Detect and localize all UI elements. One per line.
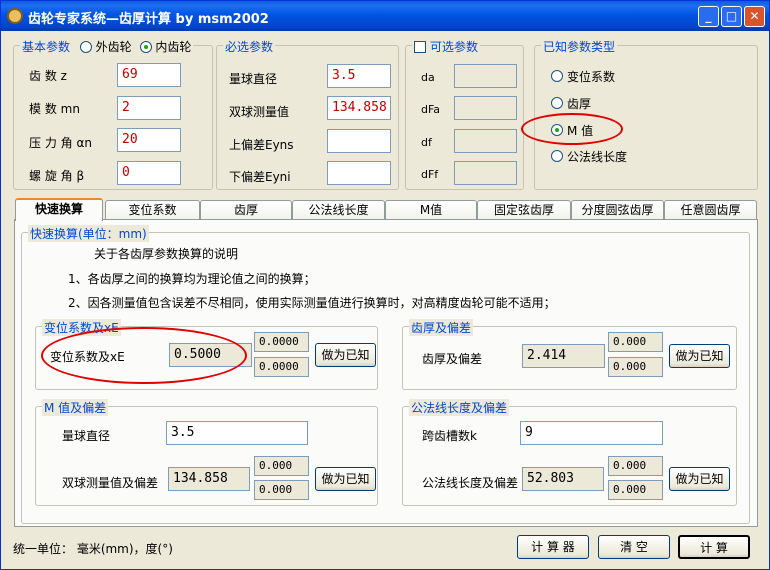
compute-button[interactable]: 计 算 — [678, 535, 750, 559]
base-tangent-value[interactable]: 52.803 — [522, 467, 604, 491]
note-2: 2、因各测量值包含误差不尽相同，使用实际测量值进行换算时，对高精度齿轮可能不适用… — [68, 296, 556, 310]
tooth-thickness-value[interactable]: 2.414 — [522, 344, 605, 368]
internal-gear-radio[interactable] — [139, 41, 152, 53]
wk-dev-lower[interactable]: 0.000 — [608, 480, 663, 500]
da-input[interactable] — [454, 64, 517, 88]
highlight-ellipse-shift — [41, 327, 247, 384]
note-title: 关于各齿厚参数换算的说明 — [94, 247, 239, 261]
wk-set-known-button[interactable]: 做为已知 — [669, 467, 730, 491]
dfa-label: dFa — [421, 103, 441, 116]
minimize-button[interactable]: _ — [698, 6, 719, 27]
tab-tooth-thickness[interactable]: 齿厚 — [200, 200, 292, 220]
upper-deviation-input[interactable] — [327, 129, 391, 153]
two-ball-measurement-label: 双球测量值 — [229, 105, 290, 119]
m-ball-diameter-label: 量球直径 — [62, 429, 111, 443]
span-count-label: 跨齿槽数k — [422, 429, 477, 443]
lower-deviation-input[interactable] — [327, 161, 391, 185]
teeth-input[interactable]: 69 — [117, 63, 181, 87]
tab-base-tangent-length[interactable]: 公法线长度 — [292, 200, 385, 220]
basic-params-group: 基本参数 外齿轮 内齿轮 齿 数 z 69 模 数 mn 2 压 力 角 αn … — [13, 38, 213, 190]
required-params-title: 必选参数 — [223, 38, 276, 55]
df-label: df — [421, 136, 432, 149]
known-thickness-label: 齿厚 — [567, 97, 592, 111]
module-input[interactable]: 2 — [117, 96, 181, 120]
shift-dev-upper[interactable]: 0.0000 — [254, 332, 309, 352]
module-label: 模 数 mn — [29, 102, 80, 116]
external-gear-label: 外齿轮 — [95, 40, 132, 54]
tab-arbitrary-circle[interactable]: 任意圆齿厚 — [664, 200, 757, 220]
units-label: 统一单位： 毫米(mm)，度(°) — [13, 542, 173, 556]
tooth-thickness-label: 齿厚及偏差 — [422, 352, 483, 366]
app-gear-icon — [7, 8, 23, 24]
optional-params-group: 可选参数 da dFa df dFf — [405, 38, 524, 190]
tab-quick-convert[interactable]: 快速换算 — [15, 198, 103, 221]
external-gear-radio[interactable] — [79, 41, 92, 53]
known-wk-label: 公法线长度 — [567, 150, 628, 164]
thickness-set-known-button[interactable]: 做为已知 — [669, 344, 730, 368]
known-shift-radio[interactable] — [551, 70, 563, 82]
known-wk-radio[interactable] — [551, 150, 563, 162]
m-set-known-button[interactable]: 做为已知 — [315, 467, 376, 491]
thickness-dev-lower[interactable]: 0.000 — [608, 357, 663, 377]
span-count-input[interactable]: 9 — [520, 421, 663, 445]
tooth-thickness-title: 齿厚及偏差 — [409, 319, 474, 336]
lower-deviation-label: 下偏差Eyni — [229, 170, 291, 184]
note-1: 1、各齿厚之间的换算均为理论值之间的换算； — [68, 272, 316, 286]
maximize-button[interactable]: □ — [721, 6, 742, 27]
known-param-type-title: 已知参数类型 — [541, 38, 618, 55]
m-value-value[interactable]: 134.858 — [168, 467, 250, 491]
df-input[interactable] — [454, 129, 517, 153]
title-bar[interactable]: 齿轮专家系统—齿厚计算 by msm2002 _ □ ✕ — [1, 1, 769, 31]
tooth-thickness-group: 齿厚及偏差 齿厚及偏差 2.414 0.000 0.000 做为已知 — [402, 319, 737, 390]
thickness-dev-upper[interactable]: 0.000 — [608, 332, 663, 352]
optional-params-checkbox[interactable] — [414, 41, 426, 53]
m-value-label: 双球测量值及偏差 — [62, 476, 159, 490]
helix-angle-input[interactable]: 0 — [117, 161, 181, 185]
pressure-angle-label: 压 力 角 αn — [29, 136, 92, 150]
upper-deviation-label: 上偏差Eyns — [229, 138, 294, 152]
da-label: da — [421, 71, 435, 84]
tab-shift-coefficient[interactable]: 变位系数 — [105, 200, 200, 220]
main-window: 齿轮专家系统—齿厚计算 by msm2002 _ □ ✕ 基本参数 外齿轮 内齿… — [0, 0, 770, 570]
known-shift-label: 变位系数 — [567, 70, 616, 84]
pressure-angle-input[interactable]: 20 — [117, 128, 181, 152]
clear-button[interactable]: 清 空 — [598, 535, 670, 559]
dfa-input[interactable] — [454, 96, 517, 120]
two-ball-measurement-input[interactable]: 134.858 — [327, 96, 391, 120]
dff-input[interactable] — [454, 161, 517, 185]
m-dev-lower[interactable]: 0.000 — [254, 480, 309, 500]
ball-diameter-input[interactable]: 3.5 — [327, 64, 391, 88]
m-dev-upper[interactable]: 0.000 — [254, 456, 309, 476]
calculator-button[interactable]: 计 算 器 — [517, 535, 589, 559]
base-tangent-group: 公法线长度及偏差 跨齿槽数k 9 公法线长度及偏差 52.803 0.000 0… — [402, 399, 737, 506]
shift-set-known-button[interactable]: 做为已知 — [315, 343, 376, 367]
m-value-group: M 值及偏差 量球直径 3.5 双球测量值及偏差 134.858 0.000 0… — [35, 399, 378, 506]
close-button[interactable]: ✕ — [744, 6, 765, 27]
tab-reference-chordal[interactable]: 分度圆弦齿厚 — [571, 200, 664, 220]
basic-params-title: 基本参数 外齿轮 内齿轮 — [20, 38, 194, 55]
required-params-group: 必选参数 量球直径 3.5 双球测量值 134.858 上偏差Eyns 下偏差E… — [216, 38, 399, 190]
wk-dev-upper[interactable]: 0.000 — [608, 456, 663, 476]
highlight-ellipse-mvalue — [521, 113, 623, 145]
base-tangent-label: 公法线长度及偏差 — [422, 476, 519, 490]
helix-angle-label: 螺 旋 角 β — [29, 169, 85, 183]
m-value-title: M 值及偏差 — [42, 399, 109, 416]
tab-m-value[interactable]: M值 — [385, 200, 477, 220]
quick-convert-title: 快速换算(单位：mm) — [28, 225, 149, 242]
internal-gear-label: 内齿轮 — [155, 40, 192, 54]
known-thickness-radio[interactable] — [551, 97, 563, 109]
m-ball-diameter-input[interactable]: 3.5 — [166, 421, 308, 445]
window-title: 齿轮专家系统—齿厚计算 by msm2002 — [28, 12, 269, 27]
ball-diameter-label: 量球直径 — [229, 72, 278, 86]
base-tangent-title: 公法线长度及偏差 — [409, 399, 510, 416]
shift-dev-lower[interactable]: 0.0000 — [254, 357, 309, 377]
tab-chordal-thickness[interactable]: 固定弦齿厚 — [477, 200, 571, 220]
dff-label: dFf — [421, 168, 439, 181]
teeth-label: 齿 数 z — [29, 69, 67, 83]
optional-params-title: 可选参数 — [412, 38, 481, 55]
